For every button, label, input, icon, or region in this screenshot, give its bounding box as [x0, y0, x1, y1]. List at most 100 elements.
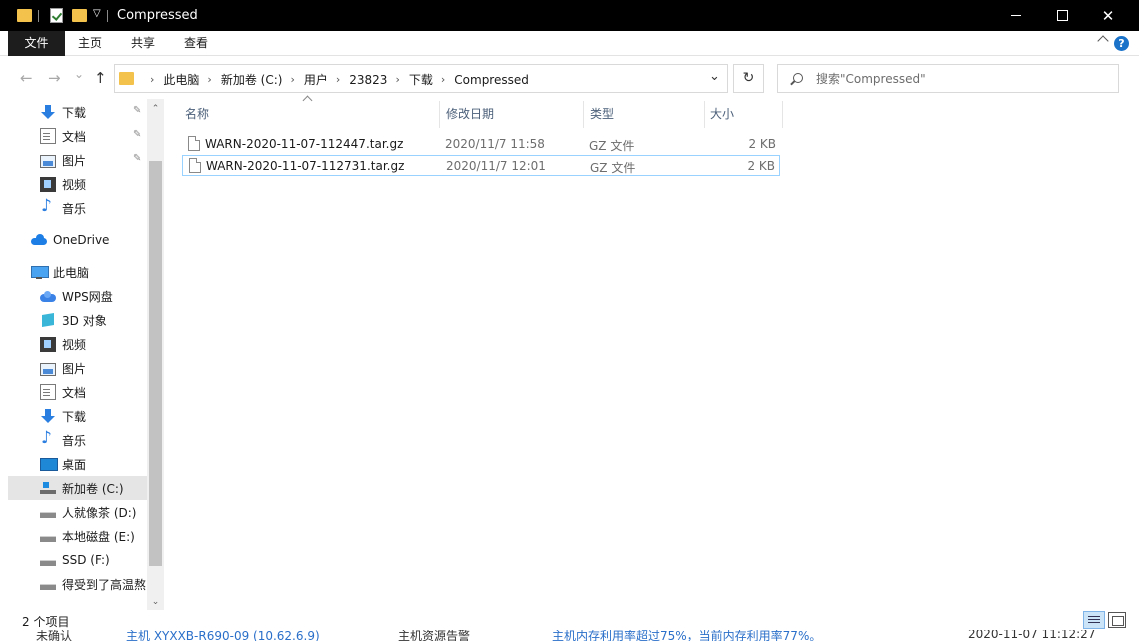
column-divider[interactable] [782, 101, 783, 128]
title-bar: ▽ Compressed ✕ [0, 0, 1139, 31]
breadcrumb-separator[interactable]: › [441, 73, 445, 86]
file-size: 2 KB [747, 159, 775, 173]
breadcrumb-compressed[interactable]: Compressed [454, 73, 529, 87]
large-icons-view-icon[interactable] [1108, 612, 1126, 628]
sidebar-scrollbar[interactable]: ⌃ ⌄ [147, 99, 164, 610]
file-name: WARN-2020-11-07-112447.tar.gz [205, 137, 404, 151]
sidebar-item-quick-music[interactable]: 音乐 [8, 196, 147, 220]
sidebar-item-label: 得受到了高温熬 [62, 577, 147, 592]
refresh-button[interactable]: ↻ [733, 64, 764, 93]
sidebar-item-onedrive[interactable]: OneDrive [8, 228, 147, 252]
pin-icon[interactable]: ✎ [133, 105, 141, 116]
recent-locations-button[interactable]: ⌄ [74, 67, 84, 81]
search-box[interactable] [777, 64, 1119, 93]
sidebar-item-downloads[interactable]: 下载 [8, 404, 147, 428]
sidebar-item-drive-d[interactable]: 人就像茶 (D:) [8, 500, 147, 524]
onedrive-icon [31, 232, 47, 248]
status-bar: 2 个项目 [0, 610, 1139, 630]
sidebar-item-label: 新加卷 (C:) [62, 481, 124, 496]
folder-icon [17, 9, 32, 22]
pin-icon[interactable]: ✎ [133, 153, 141, 164]
sidebar-item-drive-c[interactable]: 新加卷 (C:) [8, 476, 147, 500]
background-link: 主机内存利用率超过75%，当前内存利用率77%。 [552, 630, 822, 641]
sidebar-item-music[interactable]: 音乐 [8, 428, 147, 452]
background-text: 2020-11-07 11:12:27 [968, 630, 1096, 641]
back-button[interactable]: ← [20, 69, 33, 87]
sidebar-item-quick-videos[interactable]: 视频 [8, 172, 147, 196]
scrollbar-thumb[interactable] [149, 161, 162, 566]
sidebar-item-documents[interactable]: 文档 [8, 380, 147, 404]
close-button[interactable]: ✕ [1085, 0, 1131, 31]
breadcrumb-separator[interactable]: › [395, 73, 399, 86]
close-icon: ✕ [1101, 6, 1115, 25]
maximize-button[interactable] [1039, 0, 1085, 31]
sidebar-item-label: 下载 [62, 409, 87, 424]
breadcrumb-user-folder[interactable]: 23823 [349, 73, 387, 87]
background-text: 主机资源告警 [398, 630, 471, 641]
sidebar-item-label: 视频 [62, 337, 87, 352]
sidebar-item-quick-documents[interactable]: 文档 ✎ [8, 124, 147, 148]
breadcrumb-this-pc[interactable]: 此电脑 [163, 71, 199, 88]
music-icon [40, 196, 56, 216]
column-header-name[interactable]: 名称 [179, 101, 439, 128]
breadcrumb-downloads[interactable]: 下载 [409, 71, 433, 88]
column-header-date[interactable]: 修改日期 [440, 101, 583, 128]
tab-view[interactable]: 查看 [172, 31, 220, 56]
sidebar-item-drive-e[interactable]: 本地磁盘 (E:) [8, 524, 147, 548]
breadcrumb-drive-c[interactable]: 新加卷 (C:) [221, 71, 283, 88]
tab-home[interactable]: 主页 [66, 31, 114, 56]
sidebar-item-desktop[interactable]: 桌面 [8, 452, 147, 476]
wps-cloud-icon [40, 288, 56, 304]
sidebar-item-label: 文档 [62, 385, 87, 400]
sidebar-item-quick-pictures[interactable]: 图片 ✎ [8, 148, 147, 172]
scroll-up-icon[interactable]: ⌃ [147, 101, 164, 117]
search-input[interactable] [816, 69, 1106, 88]
sidebar-item-label: SSD (F:) [62, 553, 110, 567]
video-icon [40, 176, 56, 192]
sidebar-item-label: 视频 [62, 177, 87, 192]
address-bar[interactable]: › 此电脑 › 新加卷 (C:) › 用户 › 23823 › 下载 › Com… [114, 64, 728, 93]
sidebar-item-wps-cloud[interactable]: WPS网盘 [8, 284, 147, 308]
sidebar-item-label: 此电脑 [53, 265, 90, 280]
address-history-dropdown[interactable]: ⌄ [709, 69, 720, 84]
sidebar-item-3d-objects[interactable]: 3D 对象 [8, 308, 147, 332]
sidebar-item-quick-downloads[interactable]: 下载 ✎ [8, 100, 147, 124]
collapse-ribbon-icon[interactable] [1097, 35, 1109, 47]
tab-share[interactable]: 共享 [118, 31, 168, 56]
pin-icon[interactable]: ✎ [133, 129, 141, 140]
quick-access-dropdown-icon[interactable]: ▽ [93, 8, 101, 19]
help-icon[interactable]: ? [1114, 36, 1129, 51]
breadcrumb-separator[interactable]: › [290, 73, 294, 86]
sidebar-item-this-pc[interactable]: 此电脑 [8, 260, 147, 284]
properties-icon[interactable] [50, 8, 63, 23]
scroll-down-icon[interactable]: ⌄ [147, 594, 164, 610]
breadcrumb-separator[interactable]: › [336, 73, 340, 86]
up-button[interactable]: ↑ [94, 69, 107, 87]
breadcrumb-separator: › [150, 73, 155, 86]
file-row[interactable]: WARN-2020-11-07-112447.tar.gz 2020/11/7 … [182, 134, 780, 155]
drive-icon [40, 552, 56, 568]
file-type: GZ 文件 [590, 161, 636, 175]
sidebar-item-drive-g[interactable]: 得受到了高温熬 [8, 572, 147, 596]
new-folder-icon[interactable] [72, 9, 87, 22]
details-view-icon[interactable] [1083, 611, 1105, 629]
background-link: 主机 XYXXB-R690-09 (10.62.6.9) [126, 630, 320, 641]
tab-file[interactable]: 文件 [8, 31, 65, 56]
column-header-type[interactable]: 类型 [584, 101, 704, 128]
sidebar-item-pictures[interactable]: 图片 [8, 356, 147, 380]
column-header-size[interactable]: 大小 [704, 101, 782, 128]
file-row[interactable]: WARN-2020-11-07-112731.tar.gz 2020/11/7 … [182, 155, 780, 176]
file-icon [189, 158, 201, 173]
minimize-button[interactable] [993, 0, 1039, 31]
forward-button[interactable]: → [48, 69, 61, 87]
breadcrumb-users[interactable]: 用户 [304, 71, 328, 88]
breadcrumb-separator[interactable]: › [207, 73, 211, 86]
item-count: 2 个项目 [22, 615, 70, 629]
sidebar-item-drive-f[interactable]: SSD (F:) [8, 548, 147, 572]
folder-icon [119, 72, 134, 85]
sidebar-item-label: 本地磁盘 (E:) [62, 529, 135, 544]
file-name: WARN-2020-11-07-112731.tar.gz [206, 159, 405, 173]
sidebar-item-videos[interactable]: 视频 [8, 332, 147, 356]
search-icon [793, 73, 803, 83]
3d-objects-icon [40, 312, 56, 328]
